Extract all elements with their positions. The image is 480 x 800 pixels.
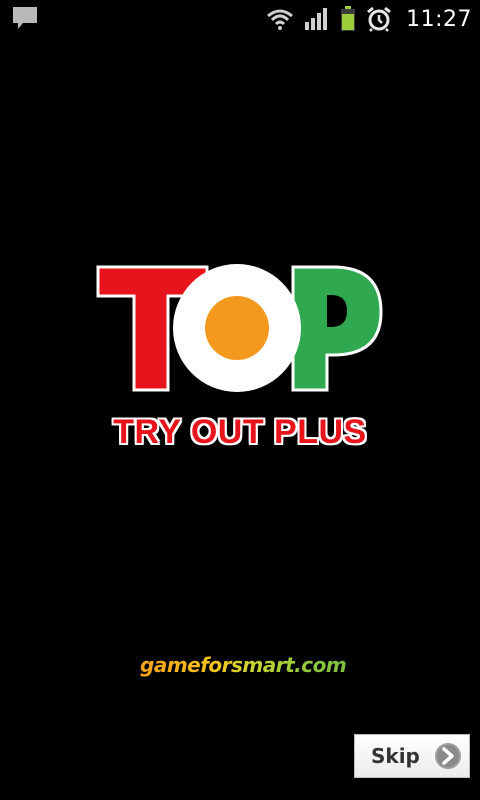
brand-logo: gameforsmart.com: [140, 648, 347, 682]
status-bar: 11:27: [0, 0, 480, 38]
skip-button[interactable]: Skip: [354, 734, 470, 778]
status-icons: 11:27: [266, 0, 472, 38]
battery-icon: [340, 6, 356, 32]
wifi-icon: [266, 7, 294, 31]
skip-label: Skip: [371, 744, 420, 768]
chevron-right-icon: [433, 741, 463, 771]
alarm-icon: [366, 6, 392, 32]
signal-icon: [304, 7, 330, 31]
top-logo: [95, 262, 385, 397]
notification-icon[interactable]: [12, 6, 38, 34]
logo-subtitle: TRY OUT PLUS: [113, 412, 367, 452]
brand-text: gameforsmart.com: [140, 653, 347, 677]
clock: 11:27: [406, 6, 472, 32]
